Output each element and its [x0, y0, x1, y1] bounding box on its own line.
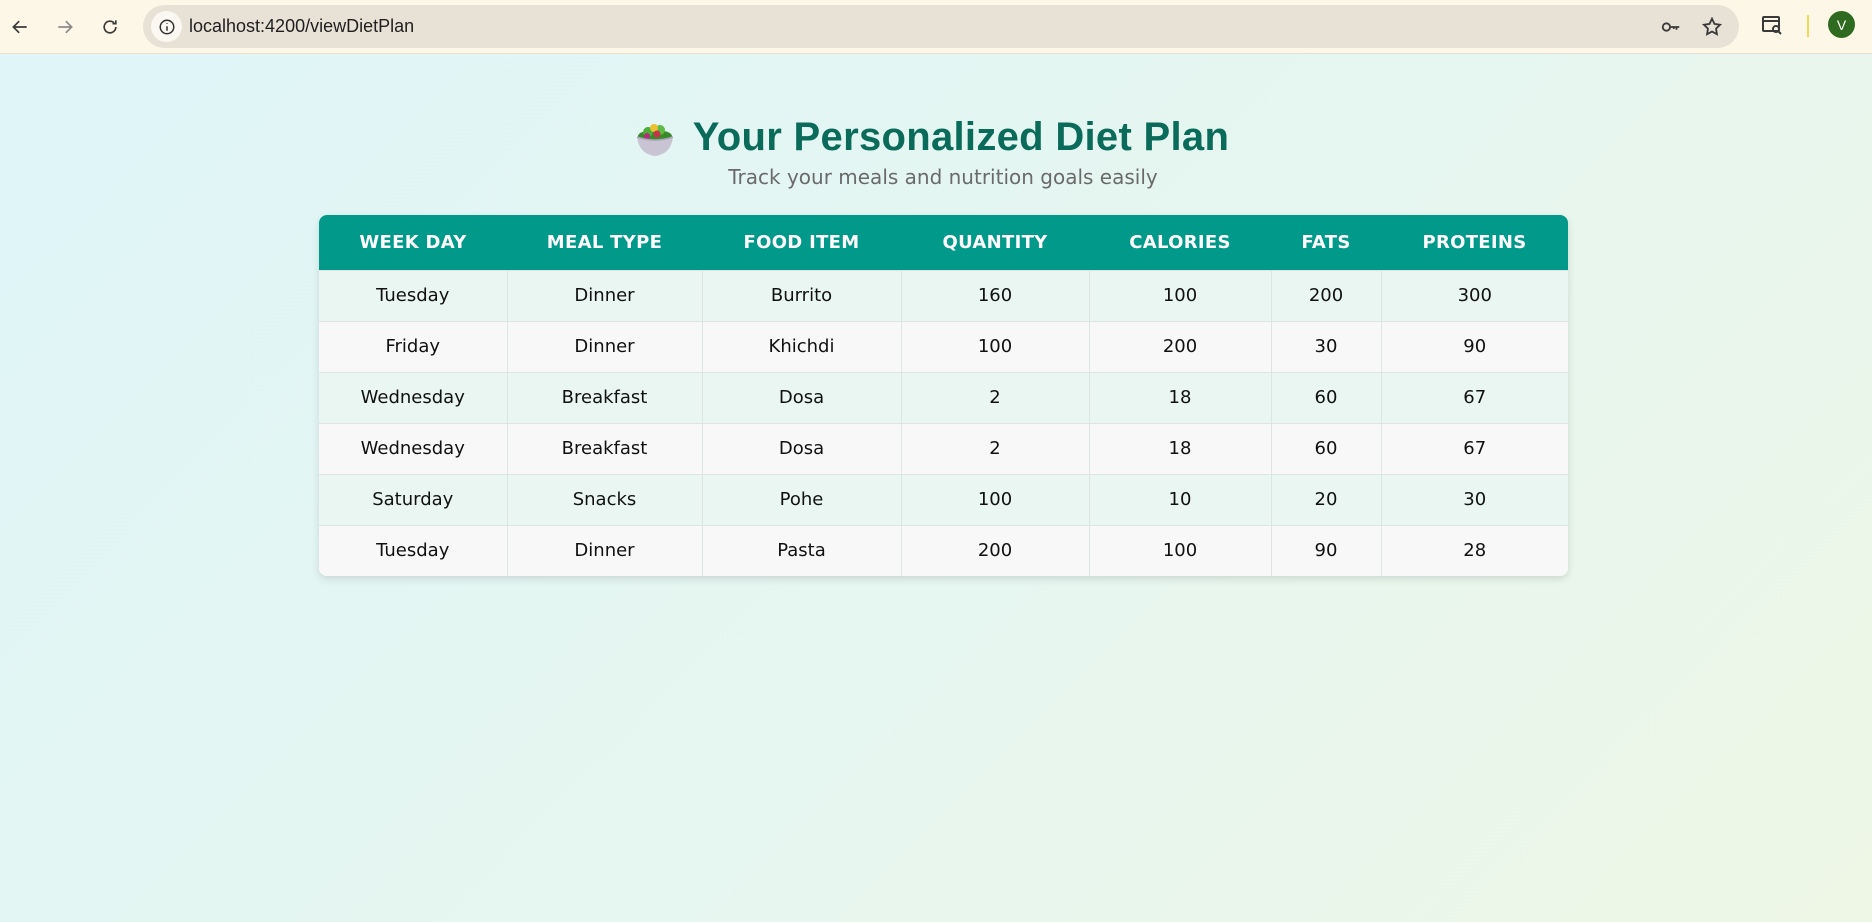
- column-header-quantity: QUANTITY: [901, 215, 1089, 270]
- cell-food-item: Dosa: [702, 371, 902, 423]
- site-info-icon[interactable]: [151, 11, 182, 42]
- tab-search-icon[interactable]: [1760, 13, 1788, 41]
- cell-fats: 60: [1271, 422, 1382, 474]
- cell-calories: 10: [1089, 473, 1272, 525]
- cell-food-item: Pohe: [702, 473, 902, 525]
- cell-calories: 200: [1089, 320, 1272, 372]
- cell-week-day: Wednesday: [319, 371, 508, 423]
- cell-week-day: Friday: [319, 320, 508, 372]
- cell-proteins: 90: [1381, 320, 1568, 372]
- cell-quantity: 2: [901, 371, 1090, 423]
- cell-quantity: 2: [901, 422, 1090, 474]
- url-text[interactable]: localhost:4200/viewDietPlan: [189, 16, 414, 37]
- cell-calories: 100: [1089, 524, 1272, 576]
- cell-proteins: 28: [1381, 524, 1568, 576]
- cell-food-item: Pasta: [702, 524, 902, 576]
- cell-fats: 60: [1271, 371, 1382, 423]
- cell-meal-type: Snacks: [507, 473, 703, 525]
- table-row: Wednesday Breakfast Dosa 2 18 60 67: [319, 422, 1568, 474]
- cell-proteins: 30: [1381, 473, 1568, 525]
- cell-calories: 18: [1089, 371, 1272, 423]
- column-header-calories: CALORIES: [1089, 215, 1271, 270]
- cell-fats: 200: [1271, 269, 1382, 321]
- table-row: Friday Dinner Khichdi 100 200 30 90: [319, 320, 1568, 372]
- cell-week-day: Tuesday: [319, 524, 508, 576]
- table-row: Saturday Snacks Pohe 100 10 20 30: [319, 473, 1568, 525]
- cell-proteins: 67: [1381, 422, 1568, 474]
- cell-fats: 90: [1271, 524, 1382, 576]
- cell-quantity: 160: [901, 269, 1090, 321]
- table-row: Tuesday Dinner Burrito 160 100 200 300: [319, 269, 1568, 321]
- address-bar[interactable]: localhost:4200/viewDietPlan: [143, 5, 1739, 48]
- cell-meal-type: Breakfast: [507, 422, 703, 474]
- cell-quantity: 100: [901, 473, 1090, 525]
- cell-calories: 100: [1089, 269, 1272, 321]
- column-header-fats: FATS: [1271, 215, 1381, 270]
- column-header-proteins: PROTEINS: [1381, 215, 1568, 270]
- cell-meal-type: Dinner: [507, 524, 703, 576]
- page-header: Your Personalized Diet Plan: [0, 115, 1872, 160]
- cell-quantity: 100: [901, 320, 1090, 372]
- table-header-row: WEEK DAY MEAL TYPE FOOD ITEM QUANTITY CA…: [319, 215, 1568, 270]
- column-header-meal-type: MEAL TYPE: [507, 215, 702, 270]
- diet-plan-table: WEEK DAY MEAL TYPE FOOD ITEM QUANTITY CA…: [319, 215, 1568, 576]
- cell-fats: 30: [1271, 320, 1382, 372]
- cell-week-day: Wednesday: [319, 422, 508, 474]
- salad-bowl-icon: [636, 123, 674, 156]
- page-content: Your Personalized Diet Plan Track your m…: [0, 55, 1872, 922]
- password-key-icon[interactable]: [1658, 14, 1684, 40]
- cell-fats: 20: [1271, 473, 1382, 525]
- reload-icon[interactable]: [92, 9, 128, 45]
- browser-toolbar: localhost:4200/viewDietPlan V: [0, 0, 1872, 54]
- column-header-week-day: WEEK DAY: [319, 215, 507, 270]
- forward-icon[interactable]: [47, 9, 83, 45]
- page-title: Your Personalized Diet Plan: [692, 115, 1230, 159]
- cell-week-day: Tuesday: [319, 269, 508, 321]
- cell-week-day: Saturday: [319, 473, 508, 525]
- cell-food-item: Dosa: [702, 422, 902, 474]
- table-row: Tuesday Dinner Pasta 200 100 90 28: [319, 524, 1568, 576]
- cell-calories: 18: [1089, 422, 1272, 474]
- column-header-food-item: FOOD ITEM: [702, 215, 901, 270]
- cell-proteins: 67: [1381, 371, 1568, 423]
- cell-food-item: Khichdi: [702, 320, 902, 372]
- page-subtitle: Track your meals and nutrition goals eas…: [728, 165, 1158, 189]
- profile-avatar[interactable]: V: [1828, 11, 1855, 38]
- back-icon[interactable]: [2, 9, 38, 45]
- table-row: Wednesday Breakfast Dosa 2 18 60 67: [319, 371, 1568, 423]
- cell-meal-type: Dinner: [507, 320, 703, 372]
- cell-food-item: Burrito: [702, 269, 902, 321]
- cell-quantity: 200: [901, 524, 1090, 576]
- cell-proteins: 300: [1381, 269, 1568, 321]
- cell-meal-type: Breakfast: [507, 371, 703, 423]
- toolbar-divider: [1807, 15, 1809, 37]
- cell-meal-type: Dinner: [507, 269, 703, 321]
- bookmark-star-icon[interactable]: [1699, 14, 1725, 40]
